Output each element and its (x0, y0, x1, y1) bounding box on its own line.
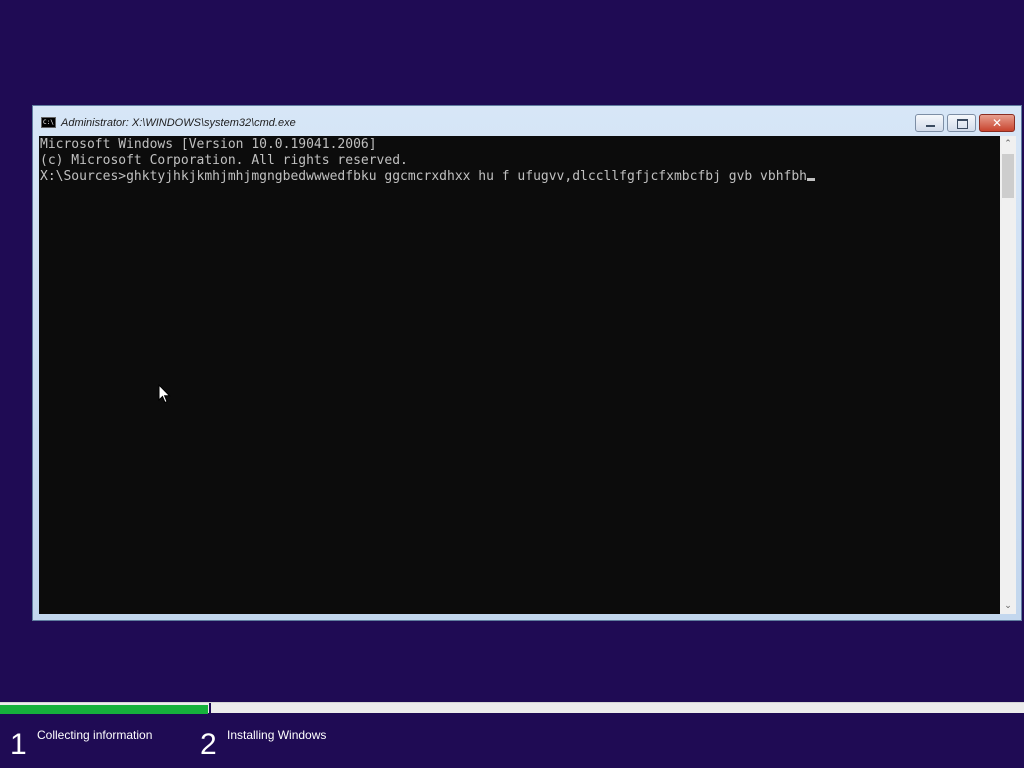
command-text: X:\Sources>ghktyjhkjkmhjmhjmgngbedwwwedf… (40, 169, 808, 184)
minimize-button[interactable] (915, 114, 944, 132)
window-title: Administrator: X:\WINDOWS\system32\cmd.e… (61, 117, 296, 129)
cmd-icon: C:\ (41, 117, 56, 128)
text-cursor (807, 178, 816, 181)
cmd-window[interactable]: C:\ Administrator: X:\WINDOWS\system32\c… (32, 105, 1022, 621)
minimize-icon (926, 125, 935, 127)
close-button[interactable]: ✕ (979, 114, 1015, 132)
step-number: 2 (200, 728, 217, 761)
setup-steps: 1 Collecting information 2 Installing Wi… (0, 713, 1024, 768)
close-icon: ✕ (991, 116, 1003, 130)
console-output[interactable]: Microsoft Windows [Version 10.0.19041.20… (39, 136, 1000, 614)
vertical-scrollbar[interactable]: ⌃ ⌄ (1000, 136, 1016, 614)
console-line: Microsoft Windows [Version 10.0.19041.20… (40, 137, 377, 152)
mouse-pointer-icon (158, 384, 171, 404)
scroll-up-icon[interactable]: ⌃ (1000, 136, 1016, 152)
title-bar[interactable]: C:\ Administrator: X:\WINDOWS\system32\c… (33, 106, 1021, 134)
step-number: 1 (10, 728, 27, 761)
scroll-thumb[interactable] (1002, 154, 1014, 198)
scroll-down-icon[interactable]: ⌄ (1000, 598, 1016, 614)
maximize-button[interactable] (947, 114, 976, 132)
step-label: Collecting information (37, 728, 153, 742)
command-line[interactable]: X:\Sources>ghktyjhkjkmhjmhjmgngbedwwwedf… (40, 169, 1000, 185)
maximize-icon (957, 119, 968, 129)
setup-progress-bar (0, 702, 1024, 714)
step-label: Installing Windows (227, 728, 327, 742)
console-line: (c) Microsoft Corporation. All rights re… (40, 153, 408, 168)
